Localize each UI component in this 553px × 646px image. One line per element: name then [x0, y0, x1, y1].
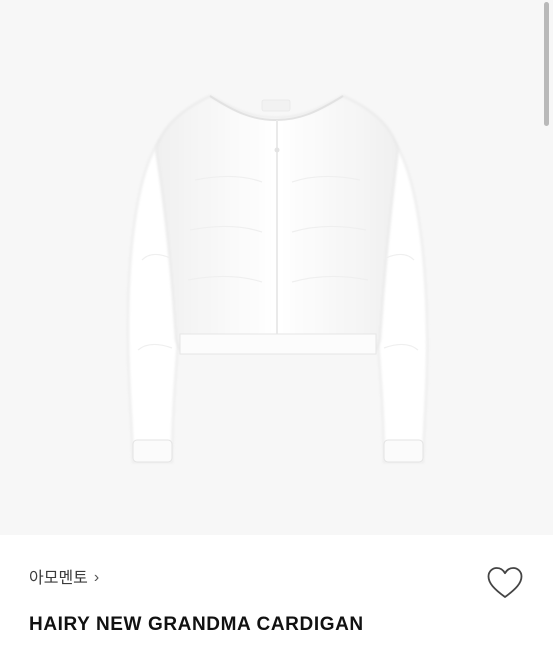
heart-outline-icon	[487, 567, 523, 598]
product-title: HAIRY NEW GRANDMA CARDIGAN	[29, 614, 364, 635]
brand-name: 아모멘토	[29, 570, 88, 587]
product-info: 아모멘토 › HAIRY NEW GRANDMA CARDIGAN	[0, 535, 553, 646]
product-image[interactable]	[0, 0, 553, 535]
cardigan-illustration	[127, 95, 428, 463]
like-button[interactable]	[486, 565, 524, 601]
product-page: 아모멘토 › HAIRY NEW GRANDMA CARDIGAN	[0, 0, 553, 646]
brand-link[interactable]: 아모멘토 ›	[29, 569, 99, 589]
chevron-right-icon: ›	[93, 569, 100, 586]
scrollbar[interactable]	[544, 2, 549, 126]
